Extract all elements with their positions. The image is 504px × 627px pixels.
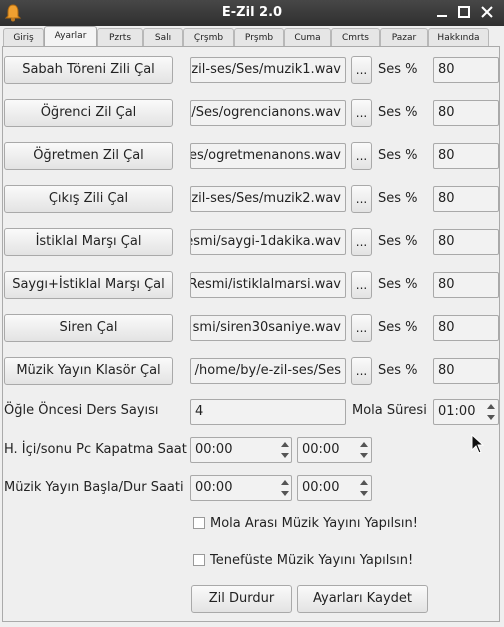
- browse-button[interactable]: ...: [351, 185, 372, 213]
- tenefus-muzik-label: Tenefüste Müzik Yayını Yapılsın!: [210, 553, 414, 568]
- tab-cmrts[interactable]: Cmrts: [331, 28, 380, 46]
- pc-kapatma-label: H. İçi/sonu Pc Kapatma Saat: [4, 442, 187, 457]
- ses-label: Ses %: [378, 191, 418, 206]
- ayarlari-kaydet-button[interactable]: Ayarları Kaydet: [297, 585, 428, 613]
- maximize-icon[interactable]: [456, 4, 472, 20]
- zil-durdur-button[interactable]: Zil Durdur: [191, 585, 292, 613]
- pc-kapatma-spin2-arrows[interactable]: [358, 438, 370, 462]
- browse-button[interactable]: ...: [351, 357, 372, 385]
- tab-hakkinda[interactable]: Hakkında: [428, 28, 489, 46]
- ses-label: Ses %: [378, 277, 418, 292]
- muzik-yayin-saat1[interactable]: 00:00: [190, 475, 292, 501]
- tab-cuma[interactable]: Cuma: [284, 28, 331, 46]
- play-ogretmen-button[interactable]: Öğretmen Zil Çal: [4, 142, 173, 170]
- play-saygi-istiklal-button[interactable]: Saygı+İstiklal Marşı Çal: [4, 271, 173, 299]
- volume-field[interactable]: 80: [433, 186, 499, 212]
- play-cikis-button[interactable]: Çıkış Zili Çal: [4, 185, 173, 213]
- browse-button[interactable]: ...: [351, 99, 372, 127]
- pc-kapatma-spin1-arrows[interactable]: [279, 438, 291, 462]
- muzik-yayin-spin2-arrows[interactable]: [358, 476, 370, 500]
- mola-muzik-checkbox[interactable]: [193, 517, 205, 529]
- tab-giris[interactable]: Giriş: [3, 28, 44, 46]
- browse-button[interactable]: ...: [351, 314, 372, 342]
- mola-muzik-label: Mola Arası Müzik Yayını Yapılsın!: [210, 516, 418, 531]
- ses-label: Ses %: [378, 105, 418, 120]
- path-field[interactable]: /home/by/e-zil-ses/Ses: [190, 358, 346, 384]
- pc-kapatma-saat1[interactable]: 00:00: [190, 437, 292, 463]
- ders-sayisi-label: Öğle Öncesi Ders Sayısı: [4, 403, 159, 418]
- ses-label: Ses %: [378, 234, 418, 249]
- minimize-icon[interactable]: [434, 4, 450, 20]
- muzik-yayin-spin1-arrows[interactable]: [279, 476, 291, 500]
- window-title: E-Zil 2.0: [221, 5, 283, 20]
- tab-prsmb[interactable]: Prşmb: [234, 28, 284, 46]
- volume-field[interactable]: 80: [433, 57, 499, 83]
- ses-label: Ses %: [378, 148, 418, 163]
- volume-field[interactable]: 80: [433, 315, 499, 341]
- close-icon[interactable]: [479, 4, 495, 20]
- ses-label: Ses %: [378, 62, 418, 77]
- volume-field[interactable]: 80: [433, 143, 499, 169]
- ses-label: Ses %: [378, 320, 418, 335]
- play-sabah-toreni-button[interactable]: Sabah Töreni Zili Çal: [4, 56, 173, 84]
- play-ogrenci-button[interactable]: Öğrenci Zil Çal: [4, 99, 173, 127]
- volume-field[interactable]: 80: [433, 358, 499, 384]
- tab-pzrts[interactable]: Pzrts: [97, 28, 143, 46]
- tab-sali[interactable]: Salı: [143, 28, 183, 46]
- path-field[interactable]: es/ogretmenanons.wav: [190, 143, 346, 169]
- tab-ayarlar[interactable]: Ayarlar: [44, 26, 97, 47]
- ders-sayisi-field[interactable]: 4: [190, 399, 346, 425]
- volume-field[interactable]: 80: [433, 229, 499, 255]
- mola-spin-arrows[interactable]: [485, 400, 497, 424]
- play-muzik-klasor-button[interactable]: Müzik Yayın Klasör Çal: [4, 357, 173, 385]
- ses-label: Ses %: [378, 363, 418, 378]
- path-field[interactable]: esmi/saygi-1dakika.wav: [190, 229, 346, 255]
- tenefus-muzik-checkbox[interactable]: [193, 554, 205, 566]
- muzik-yayin-label: Müzik Yayın Başla/Dur Saati: [4, 480, 184, 495]
- path-field[interactable]: zil-ses/Ses/muzik2.wav: [190, 186, 346, 212]
- browse-button[interactable]: ...: [351, 228, 372, 256]
- play-istiklal-marsi-button[interactable]: İstiklal Marşı Çal: [4, 228, 173, 256]
- volume-field[interactable]: 80: [433, 100, 499, 126]
- tab-pazar[interactable]: Pazar: [380, 28, 428, 46]
- path-field[interactable]: smi/siren30saniye.wav: [190, 315, 346, 341]
- play-siren-button[interactable]: Siren Çal: [4, 314, 173, 342]
- tab-crsmb[interactable]: Çrşmb: [183, 28, 234, 46]
- browse-button[interactable]: ...: [351, 271, 372, 299]
- path-field[interactable]: Resmi/istiklalmarsi.wav: [190, 272, 346, 298]
- volume-field[interactable]: 80: [433, 272, 499, 298]
- mouse-cursor-icon: [471, 434, 484, 454]
- mola-suresi-label: Mola Süresi: [352, 403, 427, 418]
- browse-button[interactable]: ...: [351, 56, 372, 84]
- browse-button[interactable]: ...: [351, 142, 372, 170]
- title-bar: E-Zil 2.0: [0, 0, 504, 26]
- path-field[interactable]: /Ses/ogrencianons.wav: [190, 100, 346, 126]
- path-field[interactable]: zil-ses/Ses/muzik1.wav: [190, 57, 346, 83]
